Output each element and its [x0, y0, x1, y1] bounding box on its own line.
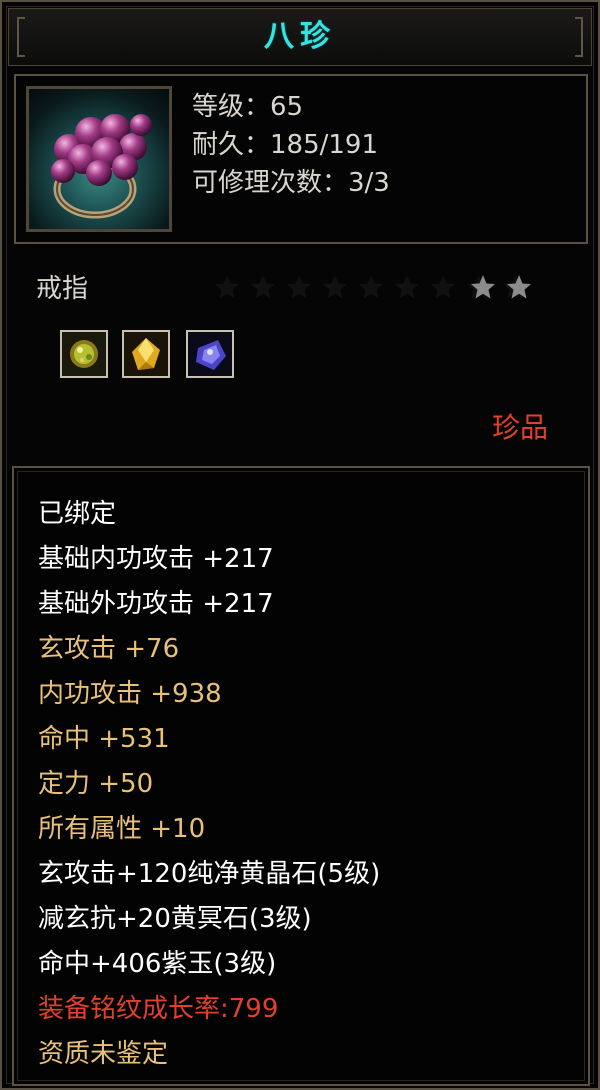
- level-stat: 等级：65: [192, 92, 304, 122]
- empty-star-icon: [286, 274, 312, 300]
- attribute-line: 命中+406紫玉(3级): [38, 949, 277, 979]
- yellow-green-gem-icon[interactable]: [60, 330, 108, 378]
- empty-star-icon: [430, 274, 456, 300]
- durability-stat: 耐久：185/191: [192, 130, 379, 160]
- gold-crystal-icon[interactable]: [122, 330, 170, 378]
- empty-star-icon: [394, 274, 420, 300]
- item-type-label: 戒指: [36, 274, 89, 304]
- title-bar: 八珍: [8, 8, 592, 66]
- attribute-line: 已绑定: [38, 499, 117, 529]
- attribute-line: 资质未鉴定: [38, 1039, 169, 1069]
- item-name: 八珍: [264, 19, 336, 54]
- empty-star-icon: [322, 274, 348, 300]
- attribute-list: 已绑定基础内功攻击 +217 基础外功攻击 +217 玄攻击 +76 内功攻击 +93…: [38, 492, 380, 1077]
- quality-label: 珍品: [492, 411, 549, 444]
- attribute-line: 装备铭纹成长率:799: [38, 994, 279, 1024]
- filled-star-icon: [506, 274, 532, 300]
- blue-sapphire-icon[interactable]: [186, 330, 234, 378]
- attribute-line: 玄攻击 +76: [38, 634, 180, 664]
- item-header: 等级：65 耐久：185/191 可修理次数：3/3: [14, 74, 588, 244]
- empty-star-icon: [250, 274, 276, 300]
- attribute-line: 减玄抗+20黄冥石(3级): [38, 904, 312, 934]
- attribute-line: 基础内功攻击 +217: [38, 544, 274, 574]
- attribute-line: 玄攻击+120纯净黄晶石(5级): [38, 859, 381, 889]
- attribute-line: 所有属性 +10: [38, 814, 206, 844]
- filled-star-icon: [470, 274, 496, 300]
- attribute-line: 内功攻击 +938: [38, 679, 222, 709]
- attribute-box: 已绑定基础内功攻击 +217 基础外功攻击 +217 玄攻击 +76 内功攻击 +93…: [12, 466, 590, 1086]
- empty-star-icon: [214, 274, 240, 300]
- ring-icon: [26, 86, 172, 232]
- attribute-line: 基础外功攻击 +217: [38, 589, 274, 619]
- attribute-line: 定力 +50: [38, 769, 154, 799]
- empty-star-icon: [358, 274, 384, 300]
- repair-count-stat: 可修理次数：3/3: [192, 168, 390, 198]
- filled-stars: [470, 274, 542, 300]
- attribute-line: 命中 +531: [38, 724, 170, 754]
- item-tooltip: 八珍 等级：65 耐久：185/191 可修理次数：3/3 戒指 珍品 已绑定 …: [0, 0, 600, 1090]
